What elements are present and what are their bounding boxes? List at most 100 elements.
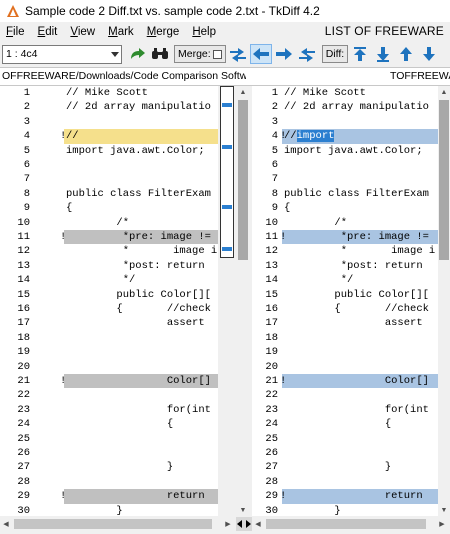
merge-both-icon[interactable] (227, 44, 249, 64)
scroll-left-icon[interactable]: ◀ (252, 517, 264, 531)
menu-edit[interactable]: Edit (32, 26, 65, 38)
diff-map-mark (222, 247, 232, 251)
line-number: 21 (17, 375, 30, 387)
scroll-down-icon[interactable]: ▼ (438, 504, 450, 516)
right-text-pane[interactable]: 1// Mike Scott 2// 2d array manipulatio 3 4… (252, 86, 438, 516)
code-text: //import (284, 130, 335, 143)
diff-button[interactable]: Diff: (321, 45, 349, 63)
first-diff-icon[interactable] (349, 44, 371, 64)
scroll-thumb[interactable] (439, 100, 449, 260)
line-number: 13 (265, 259, 278, 272)
diff-highlight (64, 129, 218, 144)
right-line-12: 12 * image i (252, 244, 438, 258)
code-text: { (66, 418, 174, 431)
scroll-up-icon[interactable]: ▲ (438, 86, 450, 98)
left-line-9: 9{ (0, 201, 218, 215)
chevron-down-icon[interactable] (109, 46, 121, 63)
right-line-30: 30 } (252, 504, 438, 516)
scroll-right-icon[interactable]: ▶ (436, 517, 448, 531)
line-number: 11 (265, 231, 278, 243)
left-line-2: 2 // 2d array manipulatio (0, 100, 218, 114)
right-line-29: 29! return (252, 489, 438, 504)
right-line-5: 5 import java.awt.Color; (252, 144, 438, 158)
scroll-up-icon[interactable]: ▲ (236, 86, 250, 98)
left-line-19: 19 (0, 345, 218, 359)
prev-diff-up-icon[interactable] (395, 44, 417, 64)
right-line-18: 18 (252, 331, 438, 345)
code-text: } (66, 504, 123, 516)
right-horizontal-scrollbar[interactable]: ◀ ▶ (252, 517, 450, 531)
line-number: 2 (23, 101, 30, 114)
right-vertical-scrollbar[interactable]: ▲ ▼ (438, 86, 450, 516)
line-number: 22 (265, 389, 278, 402)
left-line-18: 18 (0, 331, 218, 345)
code-text: public class FilterExam (66, 187, 211, 200)
line-number: 29 (265, 490, 278, 503)
code-text: for(int (66, 403, 211, 416)
menu-view[interactable]: View (64, 26, 102, 38)
left-line-22: 22 (0, 388, 218, 402)
code-text: // 2d array manipulatio (284, 101, 429, 114)
menu-mark[interactable]: Mark (102, 26, 141, 38)
line-number: 24 (265, 418, 278, 431)
right-line-1: 1 // Mike Scott (252, 86, 438, 100)
left-line-1: 1 // Mike Scott (0, 86, 218, 100)
line-number: 27 (265, 461, 278, 474)
scroll-right-icon[interactable]: ▶ (222, 517, 234, 531)
code-text: { (284, 418, 392, 431)
left-vertical-scrollbar[interactable]: ▲ ▼ (236, 86, 250, 516)
line-number: 30 (265, 504, 278, 516)
merge-swap-icon[interactable] (296, 44, 318, 64)
code-text: Color[] (284, 375, 429, 387)
right-line-10: 10 /* (252, 216, 438, 230)
line-number: 7 (271, 173, 278, 186)
diff-map-mark (222, 205, 232, 209)
line-number: 9 (271, 202, 278, 215)
next-diff-down-icon[interactable] (372, 44, 394, 64)
menu-help[interactable]: Help (186, 26, 223, 38)
scroll-thumb[interactable] (266, 519, 426, 529)
right-line-22: 22 (252, 388, 438, 402)
left-horizontal-scrollbar[interactable]: ◀ ▶ (0, 517, 236, 531)
right-line-13: 13 *post: return (252, 259, 438, 273)
code-text: *pre: image != (66, 231, 211, 243)
scroll-thumb[interactable] (238, 100, 248, 260)
merge-button[interactable]: Merge: (174, 45, 226, 63)
right-line-7: 7 (252, 172, 438, 186)
pane-split-handle[interactable] (236, 517, 252, 531)
watermark-text: LIST OF FREEWARE (324, 24, 444, 38)
menu-merge[interactable]: Merge (141, 26, 187, 38)
scroll-down-icon[interactable]: ▼ (236, 504, 250, 516)
right-file-path: TOFFREEWARE/Do (390, 70, 450, 82)
line-number: 30 (17, 504, 30, 516)
merge-checkbox[interactable] (212, 49, 222, 59)
code-text: // Mike Scott (66, 87, 148, 99)
merge-right-icon[interactable] (273, 44, 295, 64)
merge-left-icon[interactable] (249, 44, 272, 64)
line-number: 23 (265, 403, 278, 416)
tkdiff-app-icon (7, 5, 19, 17)
right-line-19: 19 (252, 345, 438, 359)
scroll-left-icon[interactable]: ◀ (0, 517, 12, 531)
diff-map[interactable] (220, 86, 234, 258)
menu-file[interactable]: File (0, 26, 32, 38)
right-line-24: 24 { (252, 417, 438, 431)
left-line-30: 30 } (0, 504, 218, 516)
right-line-23: 23 for(int (252, 403, 438, 417)
file-path-bar: OFFREEWARE/Downloads/Code Comparison Sof… (0, 67, 450, 86)
right-line-9: 9{ (252, 201, 438, 215)
binoculars-icon[interactable] (150, 44, 170, 64)
diff-map-mark (222, 145, 232, 149)
code-text: assert (66, 317, 205, 330)
scroll-thumb[interactable] (14, 519, 212, 529)
left-text-pane[interactable]: 1// Mike Scott 2// 2d array manipulatio 3 4… (0, 86, 218, 516)
left-line-7: 7 (0, 172, 218, 186)
diff-select[interactable]: 1 : 4c4 (2, 44, 122, 64)
line-number: 29 (17, 490, 30, 503)
line-number: 8 (23, 187, 30, 200)
left-line-21: 21! Color[] (0, 374, 218, 389)
left-line-5: 5 import java.awt.Color; (0, 144, 218, 158)
right-line-4: 4!//import (252, 129, 438, 144)
goto-diff-arrow-icon[interactable] (128, 44, 148, 64)
next-diff-icon[interactable] (418, 44, 440, 64)
